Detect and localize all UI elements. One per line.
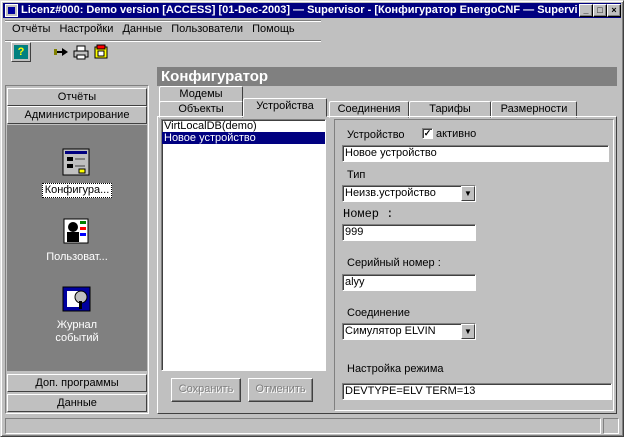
save-button[interactable]: Сохранить bbox=[171, 378, 241, 402]
active-checkbox[interactable]: ✓ bbox=[422, 128, 433, 139]
minimize-button[interactable]: _ bbox=[579, 4, 593, 17]
menu-help[interactable]: Помощь bbox=[249, 21, 298, 37]
nav-data-button[interactable]: Данные bbox=[7, 394, 147, 412]
serial-number-field[interactable]: alyy bbox=[342, 274, 476, 291]
device-label: Устройство bbox=[347, 129, 405, 141]
help-icon: ? bbox=[14, 45, 28, 59]
toolbar: ? bbox=[9, 42, 319, 64]
tab-devices[interactable]: Устройства bbox=[243, 98, 327, 117]
menu-users[interactable]: Пользователи bbox=[168, 21, 246, 37]
list-item[interactable]: VirtLocalDB(demo) bbox=[162, 120, 325, 132]
page-title: Конфигуратор bbox=[157, 67, 617, 86]
title-bar[interactable]: Licenz#000: Demo version [ACCESS] [01-De… bbox=[3, 3, 621, 18]
connection-select-value: Симулятор ELVIN bbox=[345, 325, 436, 337]
nav-event-log-label: Журнал событий bbox=[7, 319, 147, 345]
mode-settings-label: Настройка режима bbox=[347, 363, 444, 375]
chevron-down-icon[interactable]: ▼ bbox=[461, 186, 475, 201]
nav-configurator-label: Конфигура... bbox=[41, 183, 113, 198]
users-icon bbox=[61, 215, 93, 247]
configurator-icon bbox=[61, 147, 93, 179]
chevron-down-icon[interactable]: ▼ bbox=[461, 324, 475, 339]
nav-event-log-label-line1: Журнал bbox=[56, 319, 98, 331]
nav-extra-programs-button[interactable]: Доп. программы bbox=[7, 374, 147, 392]
cancel-button[interactable]: Отменить bbox=[248, 378, 313, 402]
type-label: Тип bbox=[347, 169, 366, 181]
nav-configurator[interactable]: Конфигура... bbox=[7, 147, 147, 198]
help-button[interactable]: ? bbox=[11, 42, 31, 62]
connection-label: Соединение bbox=[347, 307, 411, 319]
status-bar bbox=[3, 417, 621, 435]
event-log-icon bbox=[61, 283, 93, 315]
nav-admin-button[interactable]: Администрирование bbox=[7, 106, 147, 124]
nav-reports-button[interactable]: Отчёты bbox=[7, 88, 147, 106]
resize-grip[interactable] bbox=[603, 418, 619, 434]
active-label: активно bbox=[436, 128, 477, 140]
serial-number-label: Серийный номер : bbox=[347, 257, 441, 269]
menu-reports[interactable]: Отчёты bbox=[9, 21, 53, 37]
device-list[interactable]: VirtLocalDB(demo) Новое устройство bbox=[161, 119, 326, 371]
number-field[interactable]: 999 bbox=[342, 224, 476, 241]
print-button[interactable] bbox=[71, 42, 91, 62]
config-icon bbox=[94, 44, 108, 59]
nav-users[interactable]: Пользоват... bbox=[7, 215, 147, 264]
device-name-field[interactable]: Новое устройство bbox=[342, 145, 609, 162]
mode-settings-field[interactable]: DEVTYPE=ELV TERM=13 bbox=[342, 383, 612, 400]
arrow-icon bbox=[54, 48, 68, 56]
app-icon[interactable] bbox=[5, 4, 18, 17]
connection-select[interactable]: Симулятор ELVIN ▼ bbox=[342, 323, 476, 340]
list-item[interactable]: Новое устройство bbox=[162, 132, 325, 144]
type-select-value: Неизв.устройство bbox=[345, 187, 436, 199]
admin-group-area: Конфигура... Пользоват... Журнал событий bbox=[7, 125, 147, 371]
window-title: Licenz#000: Demo version [ACCESS] [01-De… bbox=[21, 4, 577, 16]
settings-tool-button[interactable] bbox=[91, 42, 111, 62]
left-nav-panel: Отчёты Администрирование Конфигура... По… bbox=[5, 85, 149, 414]
nav-users-label: Пользоват... bbox=[46, 251, 108, 263]
maximize-button[interactable]: □ bbox=[593, 4, 607, 17]
nav-event-log-label-line2: событий bbox=[55, 332, 99, 344]
app-window: Licenz#000: Demo version [ACCESS] [01-De… bbox=[0, 0, 624, 437]
menu-settings[interactable]: Настройки bbox=[56, 21, 116, 37]
status-cell-main bbox=[5, 418, 601, 434]
menu-bar: Отчёты Настройки Данные Пользователи Пом… bbox=[9, 21, 319, 39]
type-select[interactable]: Неизв.устройство ▼ bbox=[342, 185, 476, 202]
number-label: Номер : bbox=[343, 207, 394, 221]
printer-icon bbox=[73, 45, 89, 60]
menu-data[interactable]: Данные bbox=[119, 21, 165, 37]
close-button[interactable]: × bbox=[607, 4, 621, 17]
navigate-button[interactable] bbox=[51, 42, 71, 62]
nav-event-log[interactable]: Журнал событий bbox=[7, 283, 147, 345]
